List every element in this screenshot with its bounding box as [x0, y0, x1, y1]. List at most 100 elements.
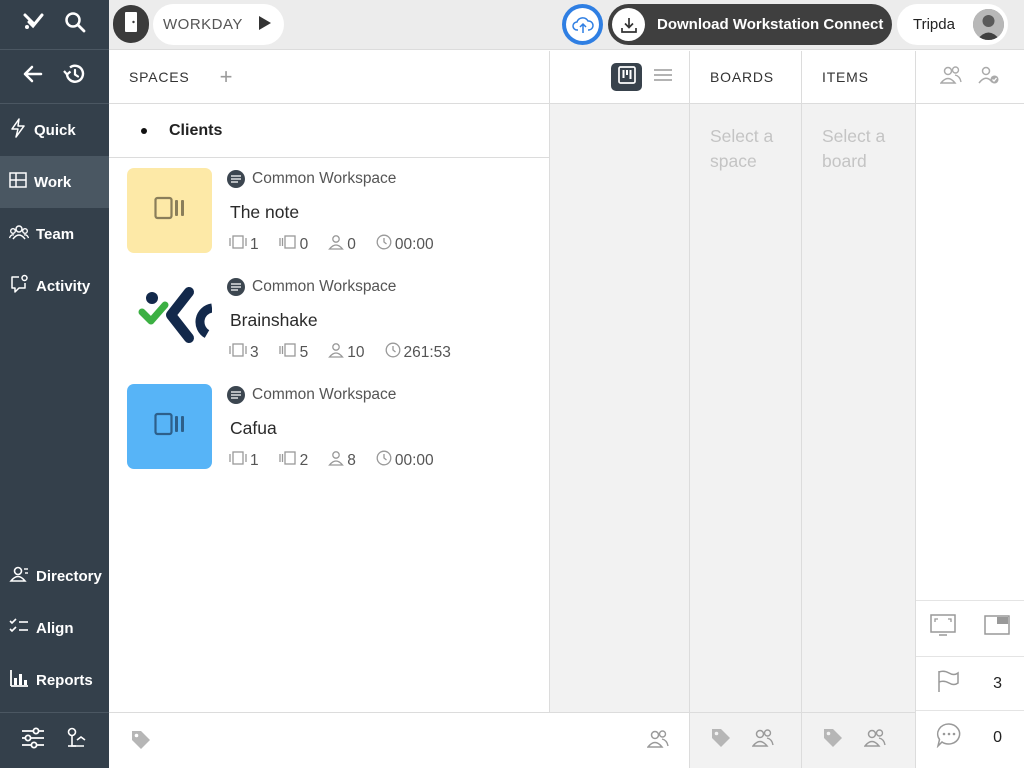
boards-icon [229, 342, 247, 363]
time-stat: 00:00 [376, 450, 434, 471]
kanban-view-button[interactable] [611, 63, 642, 91]
play-icon[interactable] [258, 15, 272, 35]
flags-row[interactable]: 3 [916, 656, 1024, 710]
boards-stat: 1 [229, 450, 259, 471]
bar-chart-icon [9, 669, 29, 691]
tag-icon[interactable] [710, 727, 732, 754]
time-stat: 261:53 [385, 342, 451, 363]
comment-count: 0 [993, 728, 1002, 746]
sliders-icon[interactable] [21, 727, 45, 754]
comments-row[interactable]: 0 [916, 710, 1024, 764]
back-arrow-icon[interactable] [23, 65, 43, 88]
clock-icon [376, 450, 392, 471]
sidebar-item-team[interactable]: Team [0, 208, 109, 260]
clock-icon [376, 234, 392, 255]
sidebar-item-align[interactable]: Align [0, 602, 109, 654]
cloud-sync-button[interactable] [562, 4, 603, 45]
comment-icon [936, 722, 962, 753]
download-workstation-button[interactable]: Download Workstation Connect [608, 4, 892, 45]
flag-icon [936, 669, 960, 698]
space-name: Cafua [230, 418, 277, 438]
members-stat: 8 [328, 450, 356, 471]
spaces-footer [109, 712, 690, 768]
group-row-clients[interactable]: Clients [109, 104, 549, 158]
sidebar-item-quick[interactable]: Quick [0, 104, 109, 156]
sidebar-item-directory[interactable]: Directory [0, 550, 109, 602]
checklist-icon [9, 617, 29, 639]
picture-in-picture-icon[interactable] [984, 614, 1010, 641]
sidebar-item-reports[interactable]: Reports [0, 654, 109, 706]
sidebar-footer [0, 712, 109, 768]
space-thumbnail [127, 274, 214, 364]
sidebar-item-label: Align [36, 619, 74, 637]
items-panel: ITEMS Select a board [801, 51, 916, 768]
items-count: 2 [299, 451, 309, 469]
person-icon [328, 450, 345, 471]
workspace-line: Common Workspace [227, 386, 396, 404]
sidebar-top [0, 0, 109, 50]
avatar [973, 9, 1004, 40]
download-label: Download Workstation Connect [657, 16, 884, 33]
flag-count: 3 [993, 674, 1002, 692]
person-icon [328, 342, 345, 363]
search-icon[interactable] [64, 11, 86, 38]
members-icon[interactable] [646, 729, 669, 754]
door-button[interactable] [113, 5, 149, 43]
boards-count: 1 [250, 235, 259, 253]
download-icon [612, 8, 645, 41]
boards-count: 1 [250, 451, 259, 469]
clock-icon [385, 342, 401, 363]
sidebar-item-activity[interactable]: Activity [0, 260, 109, 312]
door-icon [124, 11, 138, 38]
right-panel-header [916, 51, 1024, 104]
members-icon[interactable] [863, 728, 886, 753]
space-stats: 1 2 8 00:00 [229, 450, 454, 471]
person-icon [328, 234, 345, 255]
boards-stat: 3 [229, 342, 259, 363]
time-value: 00:00 [394, 235, 434, 253]
kanban-icon [617, 65, 636, 89]
fullscreen-icon[interactable] [930, 614, 956, 641]
spaces-title: SPACES [129, 69, 190, 85]
space-card[interactable]: Common Workspace Brainshake 3 5 10 261:5… [109, 266, 549, 374]
items-count: 0 [299, 235, 309, 253]
assign-user-icon[interactable] [978, 65, 1000, 90]
workspace-icon [227, 386, 245, 404]
space-board-icon [153, 412, 186, 441]
items-icon [278, 450, 297, 471]
items-header: ITEMS [802, 51, 916, 104]
space-stats: 3 5 10 261:53 [229, 342, 471, 363]
workspace-line: Common Workspace [227, 170, 396, 188]
spaces-view-toggles [550, 51, 689, 104]
items-stat: 2 [278, 450, 309, 471]
sidebar: Quick Work Team Activity Directory Align… [0, 0, 109, 768]
add-space-icon[interactable]: + [220, 64, 234, 90]
members-stat: 0 [328, 234, 356, 255]
members-icon[interactable] [751, 728, 774, 753]
spaces-detail-area [550, 104, 689, 712]
tag-icon[interactable] [822, 727, 844, 754]
space-card[interactable]: Common Workspace Cafua 1 2 8 00:00 [109, 374, 549, 482]
list-view-button[interactable] [653, 67, 673, 88]
history-icon[interactable] [62, 63, 86, 90]
space-card[interactable]: Common Workspace The note 1 0 0 00:00 [109, 158, 549, 266]
sidebar-item-work[interactable]: Work [0, 156, 109, 208]
user-name: Tripda [913, 16, 955, 33]
brainshake-logo [127, 274, 214, 364]
people-icon[interactable] [939, 65, 962, 90]
workspace-selector[interactable]: WORKDAY [153, 4, 284, 45]
workspace-name: Common Workspace [252, 278, 397, 295]
logo-icon[interactable] [23, 12, 45, 37]
workspace-line: Common Workspace [227, 278, 396, 296]
lightning-icon [9, 118, 27, 142]
items-icon [278, 342, 297, 363]
workspace-name: Common Workspace [252, 386, 397, 403]
guide-icon[interactable] [64, 726, 88, 755]
tag-icon[interactable] [130, 729, 152, 756]
user-menu[interactable]: Tripda [897, 4, 1008, 45]
members-count: 10 [347, 343, 365, 361]
members-count: 8 [347, 451, 356, 469]
space-stats: 1 0 0 00:00 [229, 234, 454, 255]
workspace-name: Common Workspace [252, 170, 397, 187]
board-icon [9, 171, 27, 193]
